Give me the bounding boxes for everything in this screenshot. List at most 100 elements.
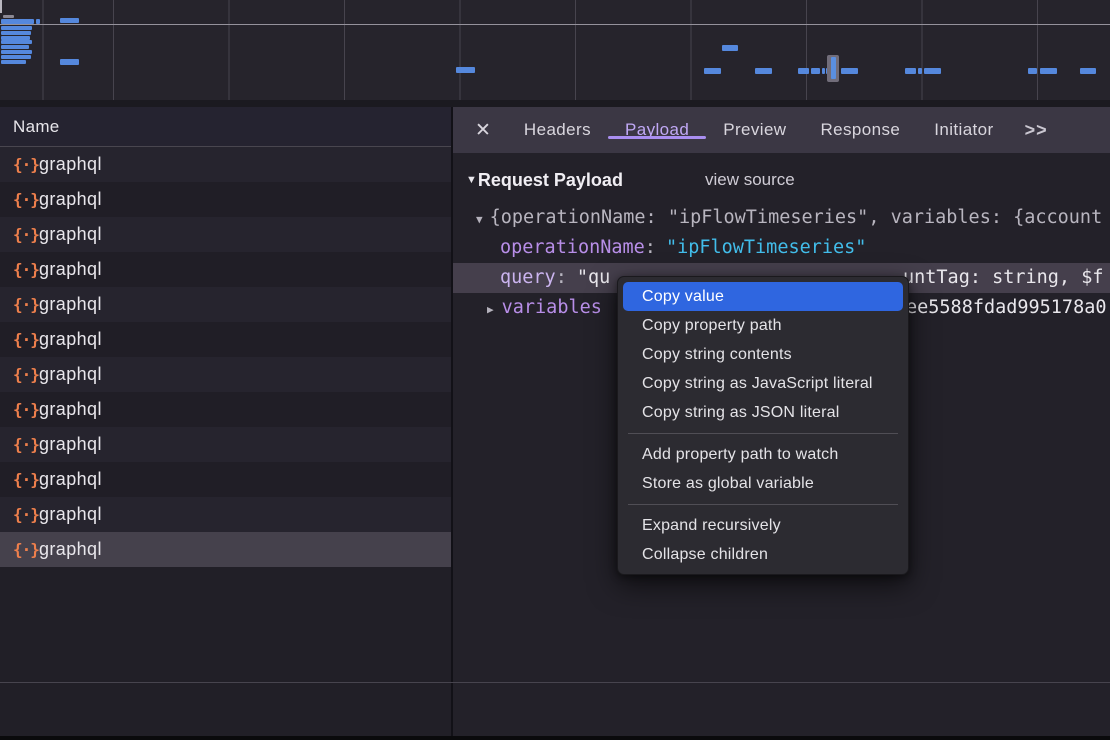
menu-item-copy-property-path[interactable]: Copy property path: [618, 311, 908, 340]
request-timing-bar: [1040, 68, 1057, 74]
request-row[interactable]: {·}graphql: [0, 497, 451, 532]
request-row[interactable]: {·}graphql: [0, 147, 451, 182]
overview-position-marker: [827, 55, 839, 82]
menu-item-copy-string-contents[interactable]: Copy string contents: [618, 340, 908, 369]
request-timing-bar: [1, 60, 26, 64]
network-overview[interactable]: [0, 0, 1110, 100]
request-row[interactable]: {·}graphql: [0, 462, 451, 497]
tab-payload[interactable]: Payload: [608, 120, 706, 139]
view-source-link[interactable]: view source: [705, 170, 795, 190]
property-key: query: [500, 267, 556, 288]
request-timing-bar: [36, 19, 40, 24]
request-timing-bar: [60, 18, 79, 23]
request-timing-bar: [60, 59, 79, 65]
variables-expand-icon[interactable]: ▶: [487, 303, 494, 316]
request-row[interactable]: {·}graphql: [0, 357, 451, 392]
overview-bottom-gap: [0, 100, 1110, 107]
request-timing-bar: [1, 45, 29, 49]
request-row[interactable]: {·}graphql: [0, 322, 451, 357]
request-row[interactable]: {·}graphql: [0, 392, 451, 427]
details-tab-bar: ✕ HeadersPayloadPreviewResponseInitiator…: [453, 107, 1110, 153]
menu-item-copy-value[interactable]: Copy value: [623, 282, 903, 311]
request-timing-bar: [1, 40, 32, 44]
context-menu: Copy valueCopy property pathCopy string …: [617, 276, 909, 575]
json-braces-icon: {·}: [13, 540, 39, 559]
section-expand-icon[interactable]: ▼: [466, 174, 477, 186]
colon: :: [556, 267, 567, 288]
request-timing-bar: [755, 68, 772, 74]
request-name: graphql: [39, 224, 102, 245]
json-braces-icon: {·}: [13, 295, 39, 314]
more-tabs-icon[interactable]: >>: [1025, 120, 1048, 141]
request-timing-bar: [1, 55, 31, 59]
name-column-header[interactable]: Name: [0, 107, 451, 147]
request-timing-bar: [1, 36, 30, 40]
request-name: graphql: [39, 189, 102, 210]
tab-response[interactable]: Response: [803, 120, 917, 139]
request-name: graphql: [39, 399, 102, 420]
property-value-clipped: untTag: string, $f: [903, 263, 1103, 293]
close-icon[interactable]: ✕: [475, 119, 491, 142]
details-tabs: HeadersPayloadPreviewResponseInitiator: [507, 107, 1011, 153]
menu-item-add-property-path-to-watch[interactable]: Add property path to watch: [618, 440, 908, 469]
request-row[interactable]: {·}graphql: [0, 252, 451, 287]
request-timing-bar: [3, 15, 14, 18]
property-value-start: "qu: [577, 267, 610, 288]
menu-item-store-as-global-variable[interactable]: Store as global variable: [618, 469, 908, 498]
json-braces-icon: {·}: [13, 435, 39, 454]
request-name: graphql: [39, 154, 102, 175]
property-value-clipped: ee5588fdad995178a0: [906, 293, 1106, 323]
json-braces-icon: {·}: [13, 505, 39, 524]
window-bottom-edge: [0, 736, 1110, 740]
request-name: graphql: [39, 434, 102, 455]
menu-item-copy-string-as-json-literal[interactable]: Copy string as JSON literal: [618, 398, 908, 427]
request-timing-bar: [1, 50, 32, 54]
overview-position-marker-bar: [831, 57, 836, 79]
tab-preview[interactable]: Preview: [706, 120, 803, 139]
json-braces-icon: {·}: [13, 400, 39, 419]
tab-initiator[interactable]: Initiator: [917, 120, 1010, 139]
request-row[interactable]: {·}graphql: [0, 427, 451, 462]
request-timing-bar: [1028, 68, 1037, 74]
json-root-row[interactable]: ▼ {operationName: "ipFlowTimeseries", var…: [453, 203, 1110, 233]
request-timing-bar: [1, 26, 32, 30]
property-value: "ipFlowTimeseries": [666, 237, 866, 258]
request-timing-bar: [798, 68, 809, 74]
request-payload-section-header[interactable]: ▼ Request Payload view source: [453, 165, 1110, 195]
request-timing-bar: [811, 68, 820, 74]
request-name: graphql: [39, 469, 102, 490]
request-name: graphql: [39, 329, 102, 350]
overview-lane-divider: [0, 24, 1110, 25]
request-timing-bar: [905, 68, 916, 74]
json-braces-icon: {·}: [13, 155, 39, 174]
property-key: operationName: [500, 237, 645, 258]
summary-divider: [0, 682, 1110, 683]
request-row[interactable]: {·}graphql: [0, 287, 451, 322]
request-name: graphql: [39, 504, 102, 525]
request-name: graphql: [39, 294, 102, 315]
menu-item-expand-recursively[interactable]: Expand recursively: [618, 511, 908, 540]
json-braces-icon: {·}: [13, 365, 39, 384]
request-timing-bar: [918, 68, 922, 74]
tab-headers[interactable]: Headers: [507, 120, 608, 139]
request-name: graphql: [39, 259, 102, 280]
request-name: graphql: [39, 364, 102, 385]
root-preview-text: {operationName: "ipFlowTimeseries", vari…: [490, 207, 1103, 228]
menu-separator: [628, 504, 898, 505]
request-rows: {·}graphql{·}graphql{·}graphql{·}graphql…: [0, 147, 451, 567]
request-timing-bar: [704, 68, 721, 74]
request-row[interactable]: {·}graphql: [0, 532, 451, 567]
json-braces-icon: {·}: [13, 260, 39, 279]
overview-scroll-sliver: [0, 0, 2, 13]
request-timing-bar: [822, 68, 825, 74]
request-timing-bar: [456, 67, 475, 73]
network-main-area: Name {·}graphql{·}graphql{·}graphql{·}gr…: [0, 107, 1110, 740]
request-row[interactable]: {·}graphql: [0, 182, 451, 217]
root-expand-icon[interactable]: ▼: [476, 213, 483, 226]
menu-item-collapse-children[interactable]: Collapse children: [618, 540, 908, 569]
json-braces-icon: {·}: [13, 470, 39, 489]
json-row-operationname[interactable]: operationName:"ipFlowTimeseries": [453, 233, 1110, 263]
menu-item-copy-string-as-javascript-literal[interactable]: Copy string as JavaScript literal: [618, 369, 908, 398]
json-braces-icon: {·}: [13, 225, 39, 244]
request-row[interactable]: {·}graphql: [0, 217, 451, 252]
